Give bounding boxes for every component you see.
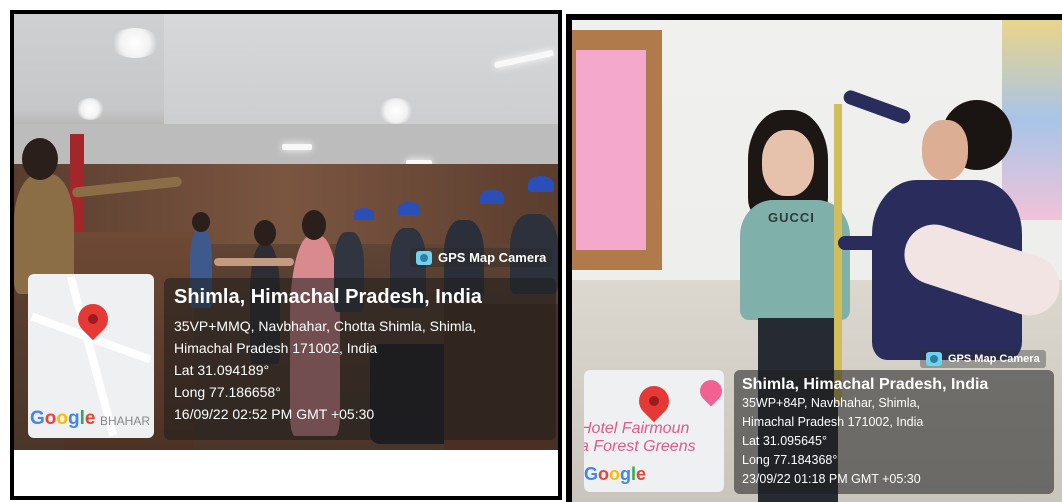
- map-hotel-label: Hotel Fairmoun: [584, 420, 690, 437]
- audience-head: [302, 210, 326, 240]
- map-thumbnail: Hotel Fairmoun a Forest Greens Google: [584, 370, 724, 492]
- address-line1: 35WP+84P, Navbhahar, Shimla,: [742, 396, 921, 410]
- blue-cap: [528, 176, 554, 192]
- gps-camera-tag: GPS Map Camera: [410, 248, 553, 267]
- camera-icon: [416, 250, 432, 265]
- longitude: Long 77.186658°: [174, 384, 281, 400]
- shirt-text: GUCCI: [768, 210, 815, 225]
- gps-label: GPS Map Camera: [948, 353, 1040, 365]
- datetime: 23/09/22 01:18 PM GMT +05:30: [742, 472, 921, 486]
- longitude: Long 77.184368°: [742, 453, 838, 467]
- map-forest-label: a Forest Greens: [584, 438, 696, 455]
- notice-board: [576, 50, 646, 250]
- gps-camera-tag: GPS Map Camera: [920, 350, 1046, 368]
- address-line2: Himachal Pradesh 171002, India: [742, 415, 924, 429]
- teacher-arm: [841, 88, 913, 126]
- location-title: Shimla, Himachal Pradesh, India: [742, 376, 989, 393]
- ceiling-light: [76, 98, 104, 120]
- photo-frame: GPS Map Camera Google BHAHAR Shimla, Him…: [14, 14, 558, 496]
- photo-oath-ceremony: GPS Map Camera Google BHAHAR Shimla, Him…: [10, 10, 562, 500]
- speaker-head: [22, 138, 58, 180]
- address-line2: Himachal Pradesh 171002, India: [174, 340, 378, 356]
- audience-head: [192, 212, 210, 232]
- blue-cap: [354, 208, 374, 220]
- google-logo: Google: [584, 464, 647, 484]
- location-pin-icon: [632, 379, 676, 423]
- camera-icon: [926, 352, 942, 366]
- ceiling-light: [110, 28, 160, 58]
- datetime: 16/09/22 02:52 PM GMT +05:30: [174, 406, 375, 422]
- audience-head: [254, 220, 276, 246]
- wall-poster: [1002, 20, 1062, 220]
- latitude: Lat 31.094189°: [174, 362, 270, 378]
- blue-cap: [398, 202, 420, 215]
- address-line1: 35VP+MMQ, Navbhahar, Chotta Shimla, Shim…: [174, 318, 477, 334]
- location-title: Shimla, Himachal Pradesh, India: [174, 286, 482, 308]
- panel-light: [282, 144, 312, 150]
- gps-label: GPS Map Camera: [438, 250, 547, 265]
- location-info-box: Shimla, Himachal Pradesh, India 35VP+MMQ…: [164, 278, 556, 440]
- google-logo: Google: [30, 408, 96, 429]
- ceiling-light: [379, 98, 413, 124]
- hotel-pin-icon: [695, 375, 724, 407]
- raised-arm: [214, 258, 294, 266]
- teacher-face: [922, 120, 968, 180]
- girl-face: [762, 130, 814, 196]
- latitude: Lat 31.095645°: [742, 434, 827, 448]
- measuring-tape: [834, 104, 842, 404]
- photo-height-measurement: GUCCI GPS Map Camera Hotel Fairmoun a Fo…: [566, 14, 1062, 502]
- location-info-box: Shimla, Himachal Pradesh, India 35WP+84P…: [734, 370, 1054, 494]
- blue-cap: [480, 190, 504, 204]
- map-place-text: BHAHAR: [100, 414, 151, 428]
- map-thumbnail: Google BHAHAR: [28, 274, 154, 438]
- teacher-arm: [838, 236, 908, 250]
